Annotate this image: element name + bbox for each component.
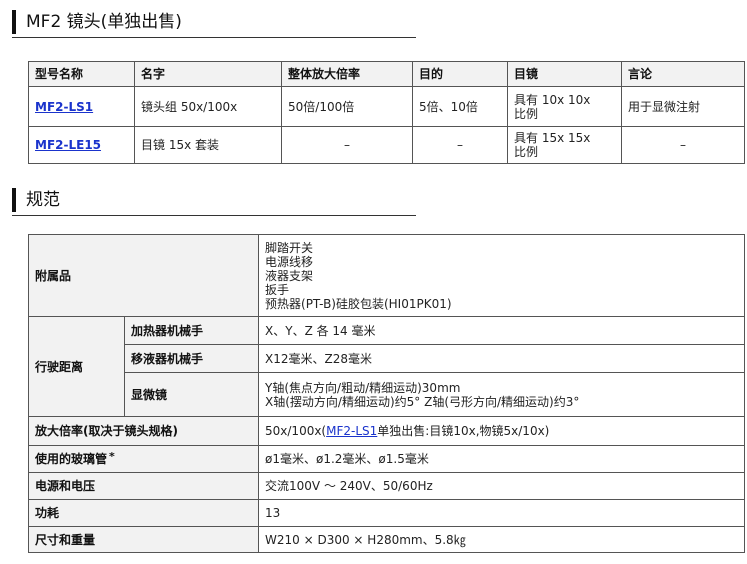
magnification-cell: 50倍/100倍: [281, 86, 413, 127]
spec-label-travel: 行驶距离: [28, 316, 125, 417]
spec-row-accessories: 附属品 脚踏开关 电源线移 液器支架 扳手 预热器(PT-B)硅胶包装(HI01…: [27, 234, 746, 317]
remarks-cell: 用于显微注射: [621, 86, 745, 127]
microscope-line-1: Y轴(焦点方向/粗动/精细运动)30mm: [265, 380, 461, 395]
spec-value-size-weight: W210 × D300 × H280mm、5.8㎏: [258, 526, 746, 553]
glass-tube-label-text: 使用的玻璃管: [35, 452, 108, 466]
column-header-objective: 目的: [412, 61, 508, 87]
spec-value-glass-tube: ø1毫米、ø1.2毫米、ø1.5毫米: [258, 445, 746, 473]
magnification-prefix: 50x/100x(: [265, 424, 327, 438]
spec-value-magnification: 50x/100x(MF2-LS1单独出售:目镜10x,物镜5x/10x): [258, 416, 746, 446]
section-divider-lens: [12, 37, 416, 38]
spec-value-heater-arm: X、Y、Z 各 14 毫米: [258, 316, 746, 345]
accessory-item: 脚踏开关: [265, 240, 314, 255]
spec-row-travel-pipette: 移液器机械手 X12毫米、Z28毫米: [29, 344, 746, 373]
section-divider-spec: [12, 215, 416, 216]
spec-value-microscope: Y轴(焦点方向/粗动/精细运动)30mm X轴(摆动方向/精细运动)约5° Z轴…: [258, 372, 746, 417]
accessory-item: 液器支架: [265, 268, 314, 283]
column-header-model: 型号名称: [28, 61, 135, 87]
section-title-spec-text: 规范: [26, 190, 60, 210]
accessory-item: 预热器(PT-B)硅胶包装(HI01PK01): [265, 296, 452, 311]
magnification-link-mf2-ls1[interactable]: MF2-LS1: [326, 424, 377, 438]
spec-row-travel-microscope: 显微镜 Y轴(焦点方向/粗动/精细运动)30mm X轴(摆动方向/精细运动)约5…: [29, 372, 746, 417]
spec-label-power-voltage: 电源和电压: [27, 472, 260, 500]
column-header-remarks: 言论: [621, 61, 745, 87]
table-row: MF2-LE15 目镜 15x 套装 – – 具有 15x 15x 比例 –: [28, 126, 745, 164]
spec-row-size-weight: 尺寸和重量 W210 × D300 × H280mm、5.8㎏: [27, 526, 746, 553]
spec-row-magnification: 放大倍率(取决于镜头规格) 50x/100x(MF2-LS1单独出售:目镜10x…: [27, 416, 746, 446]
product-table: 型号名称 名字 整体放大倍率 目的 目镜 言论 MF2-LS1 镜头组 50x/…: [28, 61, 745, 164]
spec-sublabel-microscope: 显微镜: [123, 372, 260, 417]
product-table-header-row: 型号名称 名字 整体放大倍率 目的 目镜 言论: [28, 61, 745, 87]
footnote-star: *: [109, 450, 115, 463]
eyepiece-line-2: 比例: [514, 106, 539, 121]
spec-row-power-voltage: 电源和电压 交流100V ～ 240V、50/60Hz: [27, 472, 746, 500]
column-header-name: 名字: [134, 61, 282, 87]
objective-cell: 5倍、10倍: [412, 86, 508, 127]
eyepiece-cell: 具有 10x 10x 比例: [507, 86, 622, 127]
spec-value-power-consumption: 13: [258, 499, 746, 527]
model-cell: MF2-LE15: [28, 126, 135, 164]
section-title-lens: MF2 镜头(单独出售): [12, 10, 182, 34]
spec-value-accessories: 脚踏开关 电源线移 液器支架 扳手 预热器(PT-B)硅胶包装(HI01PK01…: [258, 234, 746, 317]
eyepiece-line-2: 比例: [514, 145, 539, 159]
column-header-eyepiece: 目镜: [507, 61, 622, 87]
model-cell: MF2-LS1: [28, 86, 135, 127]
spec-value-power-voltage: 交流100V ～ 240V、50/60Hz: [258, 472, 746, 500]
column-header-magnification: 整体放大倍率: [281, 61, 413, 87]
table-row: MF2-LS1 镜头组 50x/100x 50倍/100倍 5倍、10倍 具有 …: [28, 86, 745, 127]
accessory-item: 扳手: [265, 282, 290, 297]
section-title-spec: 规范: [12, 188, 60, 212]
spec-label-glass-tube: 使用的玻璃管 *: [27, 445, 260, 473]
objective-cell: –: [412, 126, 508, 164]
magnification-suffix: 单独出售:目镜10x,物镜5x/10x): [377, 424, 550, 438]
eyepiece-cell: 具有 15x 15x 比例: [507, 126, 622, 164]
spec-value-pipette-arm: X12毫米、Z28毫米: [258, 344, 746, 373]
spec-row-travel-heater: 行驶距离 加热器机械手 X、Y、Z 各 14 毫米: [28, 316, 746, 417]
name-cell: 目镜 15x 套装: [134, 126, 282, 164]
spec-sublabel-pipette-arm: 移液器机械手: [123, 344, 260, 373]
magnification-cell: –: [281, 126, 413, 164]
eyepiece-line-1: 具有 10x 10x: [514, 92, 591, 107]
spec-label-accessories: 附属品: [27, 234, 260, 317]
name-cell: 镜头组 50x/100x: [134, 86, 282, 127]
remarks-cell: –: [621, 126, 745, 164]
spec-sublabel-heater-arm: 加热器机械手: [123, 316, 260, 345]
spec-table: 附属品 脚踏开关 电源线移 液器支架 扳手 预热器(PT-B)硅胶包装(HI01…: [27, 234, 746, 553]
spec-row-glass-tube: 使用的玻璃管 * ø1毫米、ø1.2毫米、ø1.5毫米: [27, 445, 746, 473]
spec-row-power-consumption: 功耗 13: [27, 499, 746, 527]
model-link-mf2-ls1[interactable]: MF2-LS1: [35, 100, 93, 114]
spec-label-power-consumption: 功耗: [27, 499, 260, 527]
microscope-line-2: X轴(摆动方向/精细运动)约5° Z轴(弓形方向/精细运动)约3°: [265, 394, 580, 409]
spec-label-size-weight: 尺寸和重量: [27, 526, 260, 553]
model-link-mf2-le15[interactable]: MF2-LE15: [35, 138, 101, 152]
accessory-item: 电源线移: [265, 254, 314, 269]
spec-label-magnification: 放大倍率(取决于镜头规格): [27, 416, 260, 446]
eyepiece-line-1: 具有 15x 15x: [514, 131, 591, 145]
section-title-lens-text: MF2 镜头(单独出售): [26, 12, 182, 32]
